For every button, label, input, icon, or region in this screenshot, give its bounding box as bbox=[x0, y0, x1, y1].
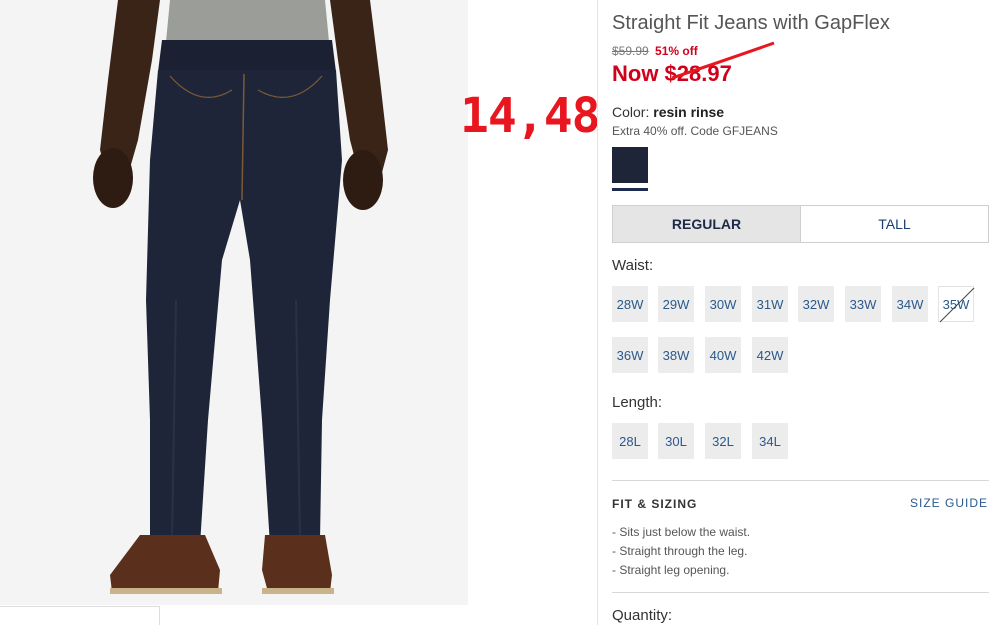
length-size-34l[interactable]: 34L bbox=[752, 423, 788, 459]
list-item: - Straight through the leg. bbox=[612, 544, 748, 558]
waist-size-30w[interactable]: 30W bbox=[705, 286, 741, 322]
length-size-28l[interactable]: 28L bbox=[612, 423, 648, 459]
list-item: - Straight leg opening. bbox=[612, 563, 730, 577]
original-price: $59.99 bbox=[612, 44, 649, 58]
fit-details-list: - Sits just below the waist. - Straight … bbox=[612, 525, 750, 582]
length-size-32l[interactable]: 32L bbox=[705, 423, 741, 459]
waist-size-35w-unavailable[interactable]: 35W bbox=[938, 286, 975, 323]
waist-size-28w[interactable]: 28W bbox=[612, 286, 648, 322]
length-label: Length: bbox=[612, 394, 663, 411]
waist-size-36w[interactable]: 36W bbox=[612, 337, 648, 373]
color-label: Color: bbox=[612, 104, 650, 120]
waist-size-33w[interactable]: 33W bbox=[845, 286, 881, 322]
waist-size-42w[interactable]: 42W bbox=[752, 337, 788, 373]
fit-tabs: REGULAR TALL bbox=[612, 205, 989, 243]
waist-label: Waist: bbox=[612, 257, 654, 274]
color-value: resin rinse bbox=[653, 104, 725, 120]
product-title: Straight Fit Jeans with GapFlex bbox=[612, 12, 890, 34]
panel-divider bbox=[597, 0, 598, 625]
list-item: - Sits just below the waist. bbox=[612, 525, 751, 539]
fit-sizing-heading: FIT & SIZING bbox=[612, 497, 698, 511]
annotation-price: 14,48 bbox=[460, 88, 601, 144]
waist-size-34w[interactable]: 34W bbox=[892, 286, 928, 322]
waist-size-40w[interactable]: 40W bbox=[705, 337, 741, 373]
quantity-label: Quantity: bbox=[612, 607, 673, 624]
color-row: Color: resin rinse bbox=[612, 104, 724, 120]
length-size-30l[interactable]: 30L bbox=[658, 423, 694, 459]
jeans-model-illustration bbox=[93, 0, 388, 594]
section-divider bbox=[612, 480, 989, 481]
price-strikethrough-mark bbox=[671, 41, 775, 80]
waist-size-32w[interactable]: 32W bbox=[798, 286, 834, 322]
color-swatch-resin-rinse[interactable] bbox=[612, 147, 648, 183]
size-guide-link[interactable]: SIZE GUIDE bbox=[910, 496, 988, 510]
section-divider bbox=[612, 592, 989, 593]
waist-size-31w[interactable]: 31W bbox=[752, 286, 788, 322]
waist-size-38w[interactable]: 38W bbox=[658, 337, 694, 373]
unavailable-slash-icon bbox=[939, 287, 975, 323]
waist-size-29w[interactable]: 29W bbox=[658, 286, 694, 322]
swatch-selected-indicator bbox=[612, 188, 648, 191]
tab-tall[interactable]: TALL bbox=[801, 206, 988, 242]
product-image[interactable] bbox=[0, 0, 468, 605]
image-thumbnail-frame bbox=[0, 606, 160, 625]
product-details-panel: Straight Fit Jeans with GapFlex $59.99 5… bbox=[612, 0, 990, 625]
promo-text: Extra 40% off. Code GFJEANS bbox=[612, 124, 778, 138]
tab-regular[interactable]: REGULAR bbox=[613, 206, 801, 242]
